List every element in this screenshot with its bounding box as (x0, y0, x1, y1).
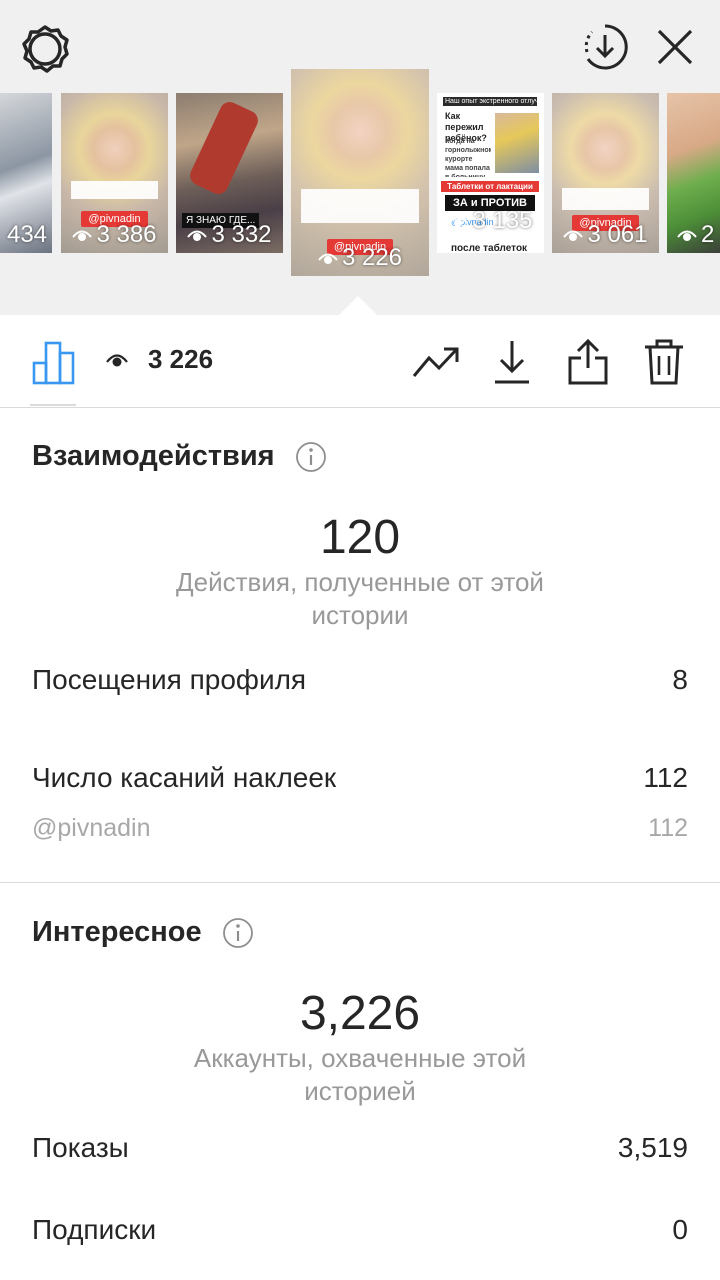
views-count: 3 226 (148, 344, 214, 374)
story-thumbnail[interactable]: 434 (0, 93, 52, 253)
story-views: 3 386 (61, 221, 168, 249)
story-thumbnails-strip[interactable]: 434 @pivnadin 3 386 Я ЗНАЮ ГДЕ... 3 332 (0, 69, 720, 288)
discovery-caption: Аккаунты, охваченные этой историей (193, 1043, 527, 1106)
trash-icon (645, 339, 683, 385)
interactions-caption: Действия, полученные от этой истории (176, 567, 544, 630)
save-story-button[interactable] (484, 334, 540, 390)
story-photo (495, 113, 539, 173)
stat-row-follows: Подписки 0 (32, 1214, 688, 1246)
download-icon (495, 341, 529, 384)
section-title-text: Интересное (32, 916, 202, 948)
stat-value: 112 (643, 762, 688, 793)
story-thumbnail[interactable]: @pivnadin 3 386 (61, 93, 168, 253)
story-bottom-text: после таблеток (451, 243, 528, 253)
views-summary: 3 226 (106, 344, 213, 375)
story-views: 434 (0, 221, 52, 249)
stat-label: @pivnadin (32, 814, 151, 842)
download-all-button[interactable] (578, 20, 632, 74)
story-red-label: Таблетки от лактации (441, 181, 539, 192)
insights-tab[interactable] (26, 334, 82, 390)
story-thumbnail[interactable]: 2 (667, 93, 720, 253)
story-archive-header: 434 @pivnadin 3 386 Я ЗНАЮ ГДЕ... 3 332 (0, 0, 720, 315)
discovery-section-title: Интересное (32, 916, 254, 949)
story-thumbnail[interactable]: Я ЗНАЮ ГДЕ... 3 332 (176, 93, 283, 253)
story-views-count: 3 386 (96, 221, 157, 248)
story-caption (301, 189, 419, 223)
story-views-count: 3 332 (211, 221, 272, 248)
stat-row-impressions: Показы 3,519 (32, 1132, 688, 1164)
interactions-total: 120 (319, 511, 401, 564)
story-views-count: 3 135 (472, 207, 533, 234)
discovery-total: 3,226 (299, 987, 421, 1040)
story-views: 3 061 (552, 221, 659, 249)
story-question-detail: Когда на горнолыжном курорте мама попала… (445, 138, 491, 177)
settings-button[interactable] (18, 22, 72, 76)
promote-button[interactable] (408, 334, 464, 390)
story-views: 3 135 (437, 207, 544, 235)
story-caption (71, 181, 158, 199)
eye-icon (677, 221, 697, 249)
share-button[interactable] (560, 334, 616, 390)
info-icon[interactable] (295, 441, 327, 473)
stat-value: 0 (672, 1214, 688, 1245)
eye-icon (106, 352, 128, 368)
close-button[interactable] (648, 20, 702, 74)
download-circle-icon (584, 24, 628, 70)
bar-chart-icon (32, 341, 75, 385)
story-thumbnail-current[interactable]: @pivnadin 3 226 (291, 69, 429, 276)
close-icon (657, 29, 693, 65)
eye-icon (318, 244, 338, 272)
gear-icon (22, 25, 69, 73)
eye-icon (563, 221, 584, 249)
eye-icon (72, 221, 93, 249)
story-views: 3 332 (176, 221, 283, 249)
eye-icon (448, 207, 469, 235)
story-caption (562, 188, 649, 210)
story-thumbnail[interactable]: @pivnadin 3 061 (552, 93, 659, 253)
trending-up-icon (412, 347, 459, 377)
divider (0, 882, 720, 883)
stat-value: 112 (648, 814, 688, 842)
story-views-count: 3 226 (341, 244, 403, 271)
stat-label: Число касаний наклеек (32, 762, 337, 793)
current-story-pointer (338, 296, 378, 316)
story-figure (186, 98, 262, 198)
story-topic: Наш опыт экстренного отлучения (443, 97, 537, 106)
stat-label: Подписки (32, 1214, 157, 1245)
story-views-count: 3 061 (587, 221, 648, 248)
story-views: 3 226 (291, 244, 429, 272)
story-action-bar: 3 226 (0, 316, 720, 408)
delete-button[interactable] (636, 334, 692, 390)
tab-underline (30, 404, 76, 406)
eye-icon (187, 221, 208, 249)
story-views-count: 434 (6, 221, 48, 248)
story-views-count: 2 (701, 221, 715, 248)
stat-row-profile-visits: Посещения профиля 8 (32, 664, 688, 696)
interactions-section-title: Взаимодействия (32, 440, 327, 473)
stat-value: 3,519 (617, 1132, 688, 1163)
section-title-text: Взаимодействия (32, 440, 275, 472)
divider (0, 407, 720, 408)
stat-label: Посещения профиля (32, 664, 307, 695)
info-icon[interactable] (222, 917, 254, 949)
stat-label: Показы (32, 1132, 129, 1163)
story-thumbnail[interactable]: Наш опыт экстренного отлучения Как переж… (437, 93, 544, 253)
stat-row-mention-taps: @pivnadin 112 (32, 814, 688, 843)
share-icon (568, 338, 608, 385)
story-views: 2 (667, 221, 720, 249)
stat-value: 8 (672, 664, 688, 695)
stat-row-sticker-taps: Число касаний наклеек 112 (32, 762, 688, 794)
